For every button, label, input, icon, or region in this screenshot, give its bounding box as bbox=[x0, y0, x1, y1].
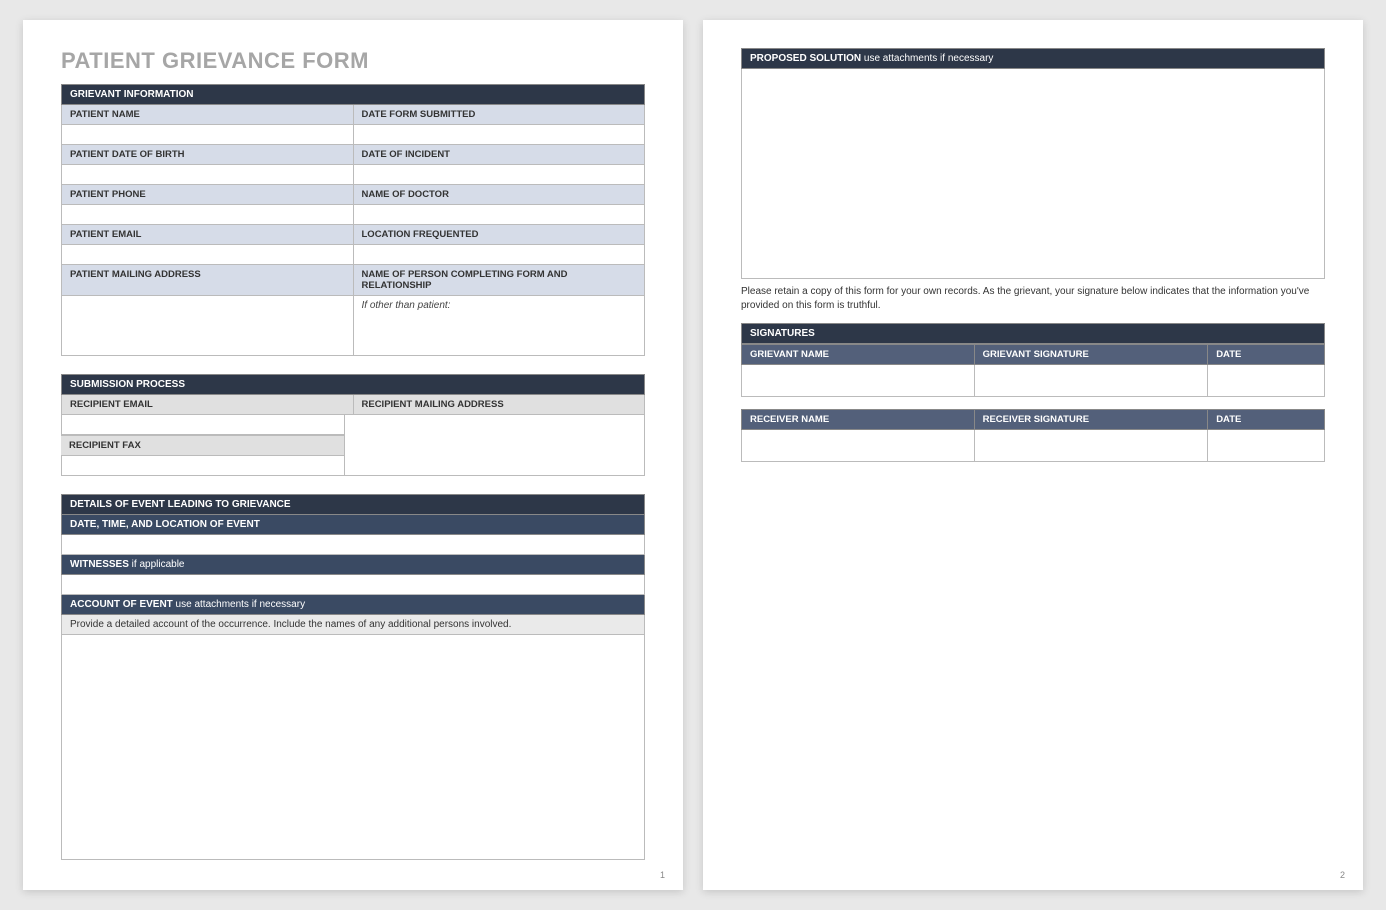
label-datetime: DATE, TIME, AND LOCATION OF EVENT bbox=[61, 515, 645, 535]
input-dob[interactable] bbox=[61, 165, 354, 185]
input-email[interactable] bbox=[61, 245, 354, 265]
label-date-incident: DATE OF INCIDENT bbox=[354, 145, 646, 165]
input-recipient-fax[interactable] bbox=[61, 456, 345, 476]
label-completer: NAME OF PERSON COMPLETING FORM AND RELAT… bbox=[354, 265, 646, 296]
label-recipient-fax: RECIPIENT FAX bbox=[61, 435, 345, 456]
input-account[interactable] bbox=[61, 635, 645, 860]
account-sub: use attachments if necessary bbox=[173, 599, 305, 610]
label-patient-name: PATIENT NAME bbox=[61, 105, 354, 125]
input-patient-name[interactable] bbox=[61, 125, 354, 145]
details-header: DETAILS OF EVENT LEADING TO GRIEVANCE bbox=[61, 494, 645, 515]
label-grievant-sig: GRIEVANT SIGNATURE bbox=[975, 344, 1209, 365]
input-date-submitted[interactable] bbox=[354, 125, 646, 145]
label-account: ACCOUNT OF EVENT use attachments if nece… bbox=[61, 595, 645, 615]
input-completer[interactable]: If other than patient: bbox=[354, 296, 646, 356]
input-recipient-mailing[interactable] bbox=[345, 415, 646, 476]
input-location[interactable] bbox=[354, 245, 646, 265]
account-bold: ACCOUNT OF EVENT bbox=[70, 599, 173, 610]
input-grievant-date[interactable] bbox=[1208, 365, 1325, 397]
label-recipient-email: RECIPIENT EMAIL bbox=[61, 395, 354, 415]
input-grievant-name[interactable] bbox=[741, 365, 975, 397]
label-receiver-sig: RECEIVER SIGNATURE bbox=[975, 409, 1209, 430]
label-location: LOCATION FREQUENTED bbox=[354, 225, 646, 245]
input-grievant-sig[interactable] bbox=[975, 365, 1209, 397]
submission-header: SUBMISSION PROCESS bbox=[61, 374, 645, 395]
input-proposed[interactable] bbox=[741, 69, 1325, 279]
label-doctor: NAME OF DOCTOR bbox=[354, 185, 646, 205]
proposed-sub: use attachments if necessary bbox=[861, 53, 993, 64]
retention-note: Please retain a copy of this form for yo… bbox=[741, 285, 1325, 313]
witnesses-bold: WITNESSES bbox=[70, 559, 129, 570]
label-dob: PATIENT DATE OF BIRTH bbox=[61, 145, 354, 165]
label-email: PATIENT EMAIL bbox=[61, 225, 354, 245]
page-1: PATIENT GRIEVANCE FORM GRIEVANT INFORMAT… bbox=[23, 20, 683, 890]
witnesses-sub: if applicable bbox=[129, 559, 185, 570]
form-title: PATIENT GRIEVANCE FORM bbox=[61, 48, 645, 74]
label-date-submitted: DATE FORM SUBMITTED bbox=[354, 105, 646, 125]
page-2: PROPOSED SOLUTION use attachments if nec… bbox=[703, 20, 1363, 890]
input-phone[interactable] bbox=[61, 205, 354, 225]
label-recipient-mailing: RECIPIENT MAILING ADDRESS bbox=[354, 395, 646, 415]
label-receiver-name: RECEIVER NAME bbox=[741, 409, 975, 430]
input-receiver-sig[interactable] bbox=[975, 430, 1209, 462]
input-recipient-email[interactable] bbox=[61, 415, 345, 435]
proposed-bold: PROPOSED SOLUTION bbox=[750, 53, 861, 64]
page-number-1: 1 bbox=[660, 870, 665, 880]
label-receiver-date: DATE bbox=[1208, 409, 1325, 430]
label-phone: PATIENT PHONE bbox=[61, 185, 354, 205]
label-mailing: PATIENT MAILING ADDRESS bbox=[61, 265, 354, 296]
account-instruction: Provide a detailed account of the occurr… bbox=[61, 615, 645, 635]
signatures-header: SIGNATURES bbox=[741, 323, 1325, 344]
input-datetime[interactable] bbox=[61, 535, 645, 555]
input-date-incident[interactable] bbox=[354, 165, 646, 185]
input-receiver-date[interactable] bbox=[1208, 430, 1325, 462]
input-doctor[interactable] bbox=[354, 205, 646, 225]
input-mailing[interactable] bbox=[61, 296, 354, 356]
page-number-2: 2 bbox=[1340, 870, 1345, 880]
grievant-info-header: GRIEVANT INFORMATION bbox=[61, 84, 645, 105]
label-grievant-date: DATE bbox=[1208, 344, 1325, 365]
input-receiver-name[interactable] bbox=[741, 430, 975, 462]
label-grievant-name: GRIEVANT NAME bbox=[741, 344, 975, 365]
input-witnesses[interactable] bbox=[61, 575, 645, 595]
label-witnesses: WITNESSES if applicable bbox=[61, 555, 645, 575]
proposed-header: PROPOSED SOLUTION use attachments if nec… bbox=[741, 48, 1325, 69]
